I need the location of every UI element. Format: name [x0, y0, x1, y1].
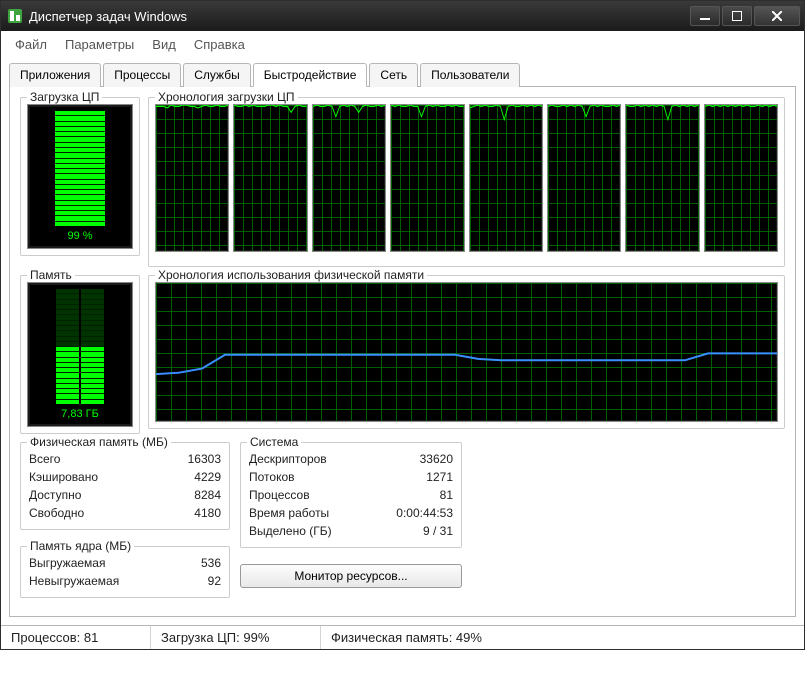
resource-monitor-button[interactable]: Монитор ресурсов...	[240, 564, 462, 588]
status-memory: Физическая память: 49%	[321, 626, 804, 649]
system-procs-label: Процессов	[249, 487, 369, 503]
statusbar: Процессов: 81 Загрузка ЦП: 99% Физическа…	[1, 625, 804, 649]
physical-memory-group: Физическая память (МБ) Всего16303 Кэширо…	[20, 442, 230, 530]
cpu-gauge: 99 %	[27, 104, 133, 249]
cpu-history-core-1	[155, 104, 229, 252]
menu-file[interactable]: Файл	[7, 35, 55, 54]
tab-applications[interactable]: Приложения	[9, 63, 101, 87]
physmem-avail-label: Доступно	[29, 487, 157, 503]
status-cpu: Загрузка ЦП: 99%	[151, 626, 321, 649]
task-manager-window: Диспетчер задач Windows Файл Параметры В…	[0, 0, 805, 650]
system-procs-value: 81	[371, 487, 453, 503]
app-icon	[7, 8, 23, 24]
maximize-button[interactable]	[722, 6, 752, 26]
cpu-history-core-2	[233, 104, 307, 252]
system-handles-value: 33620	[371, 451, 453, 467]
system-legend: Система	[247, 435, 301, 449]
menu-options[interactable]: Параметры	[57, 35, 142, 54]
tabstrip: Приложения Процессы Службы Быстродействи…	[9, 62, 796, 87]
system-handles-label: Дескрипторов	[249, 451, 369, 467]
kernel-memory-group: Память ядра (МБ) Выгружаемая536 Невыгруж…	[20, 546, 230, 598]
cpu-history-group: Хронология загрузки ЦП	[148, 97, 785, 267]
cpu-history-core-6	[547, 104, 621, 252]
window-title: Диспетчер задач Windows	[29, 9, 690, 24]
cpu-history-core-5	[469, 104, 543, 252]
system-group: Система Дескрипторов33620 Потоков1271 Пр…	[240, 442, 462, 548]
memory-gauge-value: 7,83 ГБ	[61, 408, 99, 420]
physmem-avail-value: 8284	[159, 487, 221, 503]
titlebar[interactable]: Диспетчер задач Windows	[1, 1, 804, 31]
physmem-free-label: Свободно	[29, 505, 157, 521]
kernel-paged-value: 536	[186, 555, 221, 571]
system-commit-label: Выделено (ГБ)	[249, 523, 369, 539]
cpu-history-legend: Хронология загрузки ЦП	[155, 90, 298, 104]
tab-processes[interactable]: Процессы	[103, 63, 181, 87]
memory-gauge-group: Память 7,83 ГБ	[20, 275, 140, 434]
cpu-history-core-3	[312, 104, 386, 252]
physmem-free-value: 4180	[159, 505, 221, 521]
physmem-cached-value: 4229	[159, 469, 221, 485]
memory-gauge: 7,83 ГБ	[27, 282, 133, 427]
tab-services[interactable]: Службы	[183, 63, 250, 87]
physical-memory-legend: Физическая память (МБ)	[27, 435, 171, 449]
cpu-gauge-bar	[55, 111, 105, 226]
cpu-gauge-group: Загрузка ЦП 99 %	[20, 97, 140, 256]
physmem-total-value: 16303	[159, 451, 221, 467]
system-uptime-label: Время работы	[249, 505, 369, 521]
kernel-memory-legend: Память ядра (МБ)	[27, 539, 134, 553]
cpu-history-core-7	[625, 104, 699, 252]
system-commit-value: 9 / 31	[371, 523, 453, 539]
memory-gauge-legend: Память	[27, 268, 75, 282]
menu-view[interactable]: Вид	[144, 35, 184, 54]
menubar: Файл Параметры Вид Справка	[1, 31, 804, 58]
tab-performance[interactable]: Быстродействие	[253, 63, 368, 87]
kernel-nonpaged-label: Невыгружаемая	[29, 573, 184, 589]
system-threads-label: Потоков	[249, 469, 369, 485]
cpu-gauge-legend: Загрузка ЦП	[27, 90, 102, 104]
memory-history-legend: Хронология использования физической памя…	[155, 268, 427, 282]
physmem-cached-label: Кэшировано	[29, 469, 157, 485]
memory-history-graph	[155, 282, 778, 422]
kernel-nonpaged-value: 92	[186, 573, 221, 589]
system-uptime-value: 0:00:44:53	[371, 505, 453, 521]
kernel-paged-label: Выгружаемая	[29, 555, 184, 571]
performance-panel: Загрузка ЦП 99 % Хронология загрузки ЦП	[9, 87, 796, 617]
system-threads-value: 1271	[371, 469, 453, 485]
status-processes: Процессов: 81	[1, 626, 151, 649]
tab-networking[interactable]: Сеть	[369, 63, 418, 87]
cpu-gauge-value: 99 %	[67, 230, 92, 242]
physmem-total-label: Всего	[29, 451, 157, 467]
minimize-button[interactable]	[690, 6, 720, 26]
cpu-history-core-8	[704, 104, 778, 252]
memory-history-group: Хронология использования физической памя…	[148, 275, 785, 429]
tab-users[interactable]: Пользователи	[420, 63, 520, 87]
close-button[interactable]	[754, 6, 800, 26]
menu-help[interactable]: Справка	[186, 35, 253, 54]
cpu-history-core-4	[390, 104, 464, 252]
